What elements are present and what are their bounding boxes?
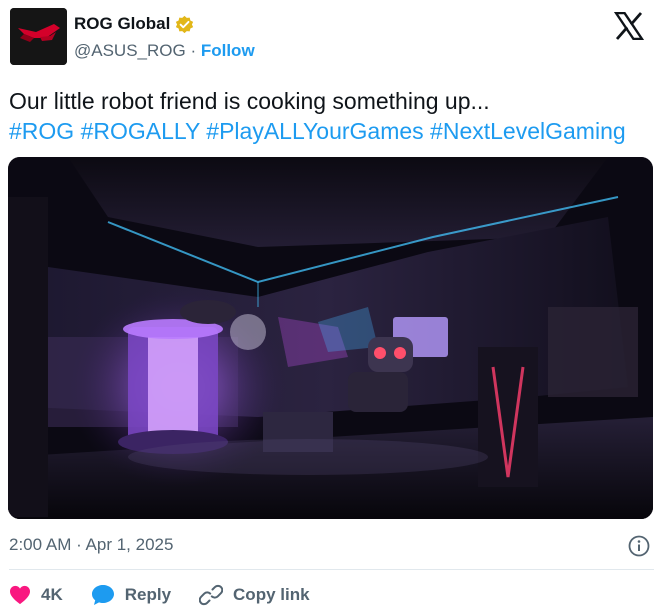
author-handle[interactable]: @ASUS_ROG [74, 41, 186, 60]
like-button[interactable]: 4K [9, 585, 63, 605]
post-text: Our little robot friend is cooking somet… [9, 86, 659, 146]
hashtag-list: #ROG #ROGALLY #PlayALLYourGames #NextLev… [9, 116, 659, 146]
reply-button[interactable]: Reply [91, 584, 171, 606]
avatar[interactable] [10, 8, 67, 65]
hashtag-nextlevelgaming[interactable]: #NextLevelGaming [430, 118, 626, 144]
divider [9, 569, 654, 570]
verified-badge-icon [176, 15, 194, 33]
reply-label: Reply [124, 585, 172, 604]
hashtag-rogally[interactable]: #ROGALLY [81, 118, 200, 144]
link-icon [199, 584, 224, 606]
hashtag-rog[interactable]: #ROG [9, 118, 74, 144]
timestamp[interactable]: 2:00 AM · Apr 1, 2025 [9, 534, 173, 556]
post-body: Our little robot friend is cooking somet… [9, 88, 490, 114]
action-bar: 4K Reply Copy link [9, 582, 338, 608]
author-handle-row: @ASUS_ROG · Follow [74, 40, 255, 62]
copy-link-button[interactable]: Copy link [199, 583, 310, 607]
reply-bubble-icon [91, 585, 114, 605]
handle-separator: · [185, 41, 201, 60]
rog-logo-icon [10, 8, 67, 65]
heart-icon [10, 585, 30, 605]
info-icon[interactable] [628, 535, 650, 557]
x-logo-icon[interactable] [614, 12, 644, 40]
media-thumbnail [8, 157, 653, 519]
copy-link-label: Copy link [233, 585, 310, 604]
author-name[interactable]: ROG Global [74, 13, 170, 35]
like-count: 4K [41, 585, 63, 604]
follow-button[interactable]: Follow [201, 41, 255, 60]
post-media-video[interactable] [8, 157, 653, 519]
hashtag-playallyourgames[interactable]: #PlayALLYourGames [206, 118, 423, 144]
author-name-row: ROG Global [74, 13, 194, 35]
